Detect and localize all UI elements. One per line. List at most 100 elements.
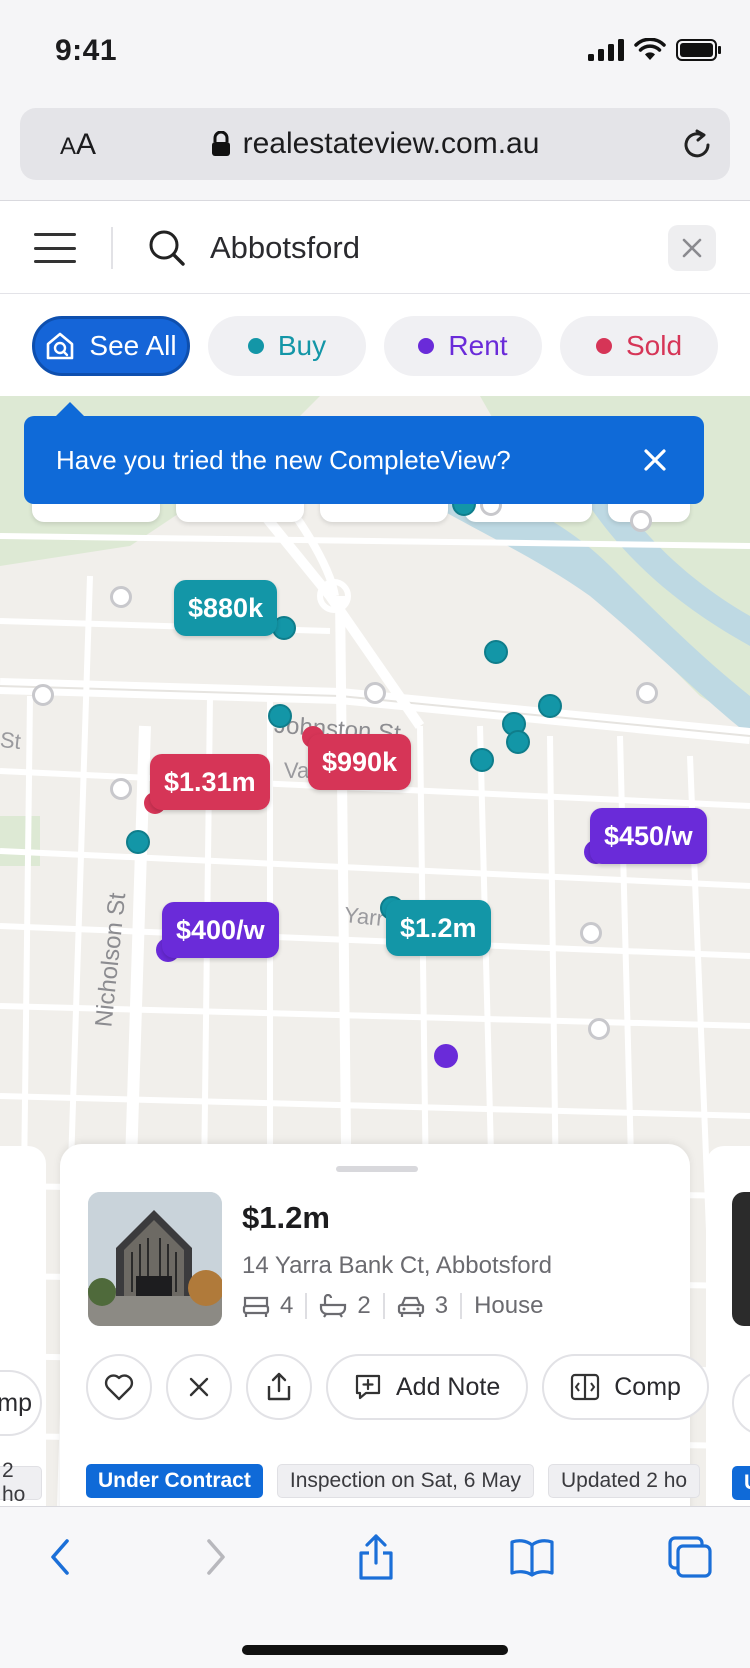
search-header — [0, 200, 750, 294]
listing-card[interactable]: $1.2m 14 Yarra Bank Ct, Abbotsford 4 2 3… — [60, 1144, 709, 1524]
clear-search-button[interactable] — [668, 225, 716, 271]
side-card-thumb — [732, 1192, 750, 1326]
map-pin-buy[interactable] — [506, 730, 530, 754]
heart-icon — [104, 1374, 134, 1401]
listing-price: $1.2m — [242, 1200, 330, 1235]
property-type: House — [474, 1292, 544, 1319]
bedrooms-count: 4 — [280, 1292, 294, 1319]
car-spaces: 3 — [397, 1292, 448, 1320]
inspection-tag: Inspection on Sat, 6 May — [276, 1464, 534, 1498]
status-badge: Under Contract — [86, 1464, 263, 1498]
status-icons — [588, 38, 722, 62]
filter-buy-label: Buy — [277, 330, 327, 361]
side-card-button-label: omp — [0, 1388, 32, 1417]
listing-address: 14 Yarra Bank Ct, Abbotsford — [242, 1252, 552, 1279]
close-icon — [189, 1377, 209, 1397]
map-pin-empty[interactable] — [580, 922, 602, 944]
side-card-button[interactable] — [732, 1370, 750, 1436]
close-icon[interactable] — [640, 445, 670, 475]
bookmarks-button[interactable] — [502, 1529, 562, 1585]
compare-icon — [571, 1373, 600, 1401]
compare-label: Comp — [614, 1372, 681, 1401]
bed-icon — [242, 1296, 270, 1317]
filter-sold-label: Sold — [625, 330, 683, 361]
add-note-button[interactable]: Add Note — [326, 1354, 529, 1420]
map-pin-empty[interactable] — [32, 684, 54, 706]
forward-button[interactable] — [186, 1529, 246, 1585]
price-pin-rent[interactable]: $400/w — [162, 902, 279, 958]
menu-icon[interactable] — [34, 233, 76, 263]
map-pin-empty[interactable] — [630, 510, 652, 532]
wifi-icon — [634, 38, 666, 60]
listing-features: 4 2 3 House — [242, 1292, 543, 1320]
filter-rent-label: Rent — [448, 330, 508, 361]
map-pin-empty[interactable] — [364, 682, 386, 704]
divider — [111, 227, 113, 269]
buy-dot — [247, 338, 264, 354]
reload-icon[interactable] — [680, 128, 714, 162]
tabs-icon — [668, 1536, 712, 1578]
drag-handle[interactable] — [336, 1166, 418, 1172]
listing-tags: Under Contract Inspection on Sat, 6 May … — [86, 1464, 701, 1498]
note-icon — [355, 1374, 381, 1400]
street-label: St — [0, 726, 23, 755]
completeview-tooltip[interactable]: Have you tried the new CompleteView? — [24, 416, 704, 504]
share-button[interactable] — [246, 1354, 312, 1420]
status-bar: 9:41 — [0, 0, 750, 100]
bath-icon — [320, 1294, 347, 1318]
sold-dot — [595, 338, 612, 354]
battery-icon — [676, 39, 721, 61]
price-pin-buy[interactable]: $1.2m — [386, 900, 491, 956]
map-pin-empty[interactable] — [588, 1018, 610, 1040]
map-pin-empty[interactable] — [110, 586, 132, 608]
map-pin-buy[interactable] — [538, 694, 562, 718]
map-pin-empty[interactable] — [110, 778, 132, 800]
tabs-button[interactable] — [660, 1529, 720, 1585]
compare-button[interactable]: Comp — [542, 1354, 709, 1420]
share-button[interactable] — [346, 1529, 406, 1585]
listing-card-next[interactable]: U — [706, 1146, 750, 1526]
price-pin-sold[interactable]: $990k — [308, 734, 412, 790]
map-pin-empty[interactable] — [636, 682, 658, 704]
price-pin-rent[interactable]: $450/w — [590, 808, 707, 864]
rent-dot — [418, 338, 435, 354]
filter-sold[interactable]: Sold — [560, 316, 718, 376]
cellular-signal-icon — [588, 39, 624, 61]
favourite-button[interactable] — [86, 1354, 152, 1420]
map-pin-buy[interactable] — [126, 830, 150, 854]
lock-icon — [211, 131, 230, 156]
url-display[interactable]: realestateview.com.au — [20, 108, 730, 180]
search-icon — [149, 230, 185, 266]
back-button[interactable] — [30, 1529, 90, 1585]
add-note-label: Add Note — [396, 1372, 501, 1401]
car-spaces-count: 3 — [434, 1292, 449, 1319]
map-pin-rent[interactable] — [434, 1044, 458, 1068]
bathrooms: 2 — [319, 1292, 371, 1320]
tooltip-arrow — [56, 402, 84, 416]
updated-tag: Updated 2 ho — [548, 1464, 701, 1498]
chevron-left-icon — [51, 1539, 69, 1575]
bathrooms-count: 2 — [357, 1292, 371, 1319]
price-pin-sold[interactable]: $1.31m — [150, 754, 270, 810]
chevron-right-icon — [207, 1539, 225, 1575]
share-icon — [359, 1534, 393, 1580]
listing-card-previous[interactable]: omp 2 ho — [0, 1146, 46, 1526]
map-pin-buy[interactable] — [470, 748, 494, 772]
map-pin-buy[interactable] — [484, 640, 508, 664]
filter-buy[interactable]: Buy — [208, 316, 366, 376]
street-label: Va — [284, 758, 310, 783]
price-pin-buy[interactable]: $880k — [174, 580, 278, 636]
side-card-tag: 2 ho — [0, 1459, 42, 1506]
filter-see-all-label: See All — [89, 330, 177, 361]
home-indicator — [242, 1645, 508, 1655]
hide-button[interactable] — [166, 1354, 232, 1420]
map-pin-buy[interactable] — [268, 704, 292, 728]
search-input[interactable] — [210, 223, 650, 273]
car-icon — [397, 1296, 424, 1317]
address-bar[interactable]: AA realestateview.com.au — [20, 108, 730, 180]
bedrooms: 4 — [242, 1292, 293, 1320]
filter-rent[interactable]: Rent — [384, 316, 542, 376]
listing-photo[interactable] — [88, 1192, 222, 1326]
filter-see-all[interactable]: See All — [32, 316, 190, 376]
side-card-button[interactable]: omp — [0, 1370, 42, 1436]
